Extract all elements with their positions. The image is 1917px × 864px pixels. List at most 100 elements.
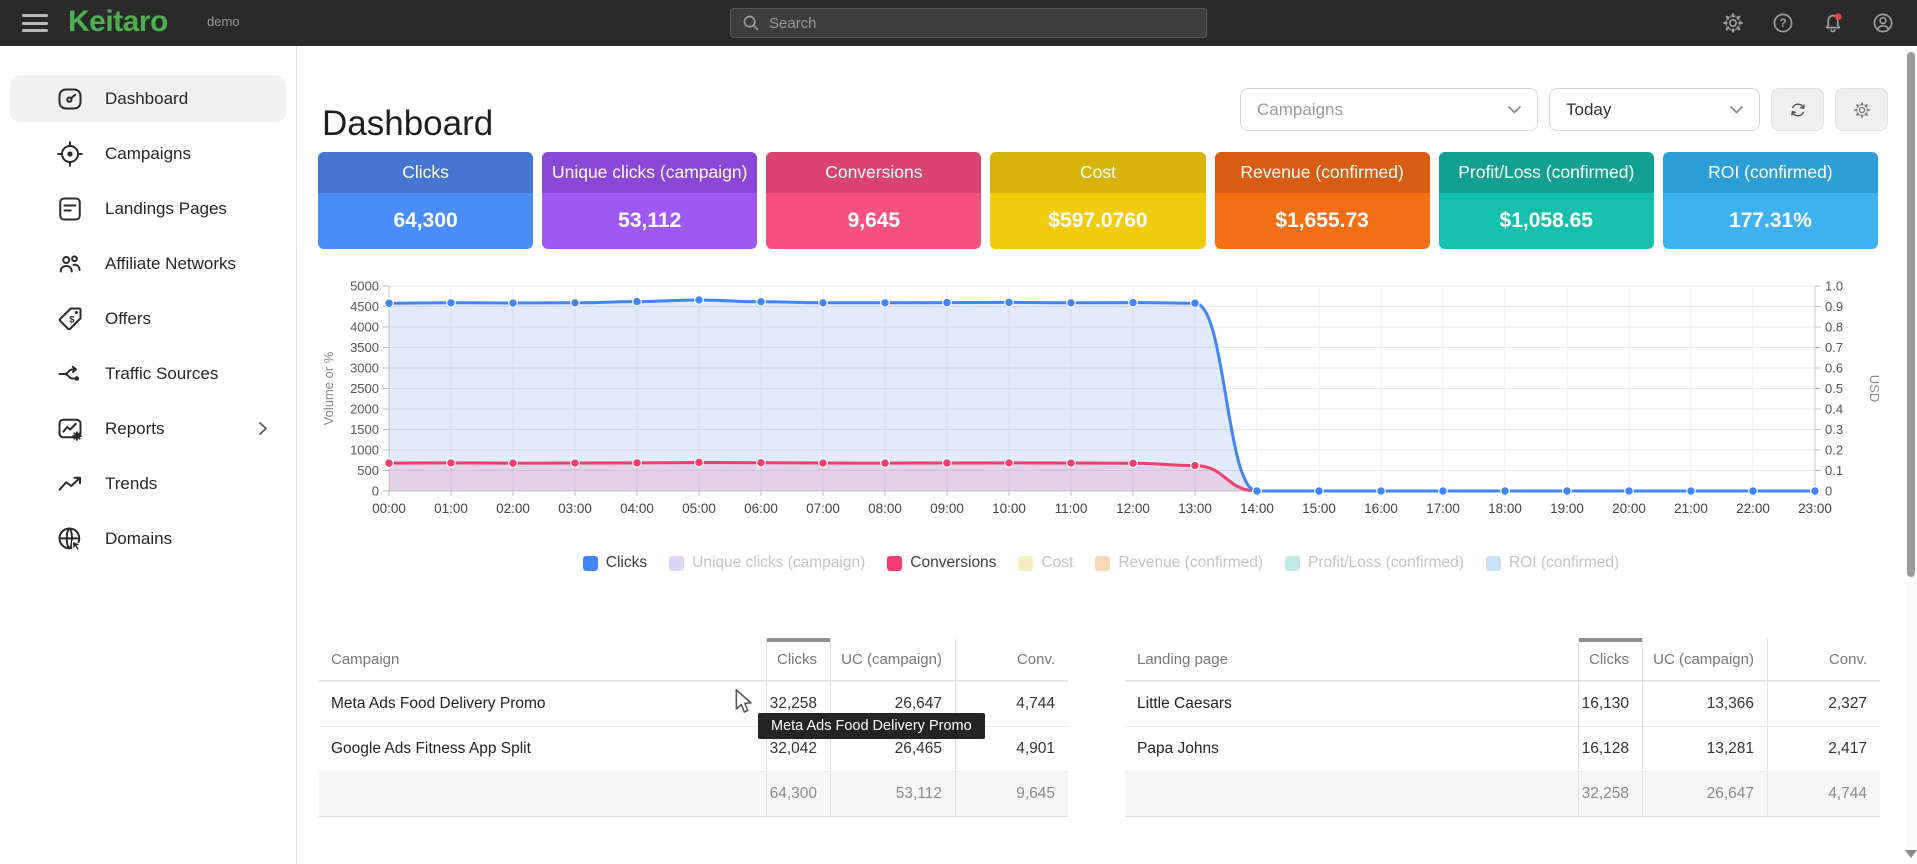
sidebar-item-landings[interactable]: Landings Pages xyxy=(10,185,286,232)
table-header-row: CampaignClicksUC (campaign)Conv. xyxy=(319,638,1068,681)
sidebar-item-label: Dashboard xyxy=(105,89,188,109)
svg-text:Volume or %: Volume or % xyxy=(321,351,336,425)
sidebar-item-label: Campaigns xyxy=(105,144,191,164)
legend-item[interactable]: ROI (confirmed) xyxy=(1486,554,1619,572)
stat-card: Revenue (confirmed)$1,655.73 xyxy=(1215,152,1430,249)
legend-swatch xyxy=(1285,556,1300,571)
legend-label: Conversions xyxy=(910,554,996,572)
landings-table: Landing pageClicksUC (campaign)Conv.Litt… xyxy=(1125,638,1880,817)
svg-text:500: 500 xyxy=(357,463,379,478)
legend-item[interactable]: Unique clicks (campaign) xyxy=(669,554,865,572)
main-content: Dashboard Campaigns Today xyxy=(297,46,1905,864)
column-header-clicks[interactable]: Clicks xyxy=(1578,638,1642,680)
table-body: Little Caesars16,13013,3662,327Papa John… xyxy=(1125,681,1880,771)
table-row[interactable]: Papa Johns16,12813,2812,417 xyxy=(1125,726,1880,771)
keitaro-dashboard-page: Keitaro demo xyxy=(0,0,1917,864)
svg-text:15:00: 15:00 xyxy=(1302,501,1336,516)
stat-card-value: $597.0760 xyxy=(990,193,1205,249)
column-header-uc-campaign-[interactable]: UC (campaign) xyxy=(830,638,955,680)
table-header-row: Landing pageClicksUC (campaign)Conv. xyxy=(1125,638,1880,681)
stat-cards-row: Clicks64,300Unique clicks (campaign)53,1… xyxy=(318,152,1878,249)
svg-text:22:00: 22:00 xyxy=(1736,501,1770,516)
stat-card: Clicks64,300 xyxy=(318,152,533,249)
svg-text:5000: 5000 xyxy=(350,279,379,294)
stat-card: Conversions9,645 xyxy=(766,152,981,249)
column-header-conv-[interactable]: Conv. xyxy=(955,638,1068,680)
sidebar-item-label: Landings Pages xyxy=(105,199,227,219)
table-row[interactable]: Little Caesars16,13013,3662,327 xyxy=(1125,681,1880,726)
stat-card-label: Cost xyxy=(990,152,1205,193)
svg-text:04:00: 04:00 xyxy=(620,501,654,516)
svg-text:02:00: 02:00 xyxy=(496,501,530,516)
legend-swatch xyxy=(1095,556,1110,571)
date-range-select[interactable]: Today xyxy=(1549,88,1760,131)
totals-cell: 26,647 xyxy=(1642,772,1767,816)
stat-card-value: $1,655.73 xyxy=(1215,193,1430,249)
env-label: demo xyxy=(207,14,240,29)
svg-text:2000: 2000 xyxy=(350,402,379,417)
column-header-landing-page[interactable]: Landing page xyxy=(1125,638,1578,680)
legend-label: Clicks xyxy=(606,554,647,572)
legend-item[interactable]: Clicks xyxy=(583,554,647,572)
table-cell: Google Ads Fitness App Split xyxy=(319,727,766,771)
stat-card-value: $1,058.65 xyxy=(1439,193,1654,249)
sidebar-item-domains[interactable]: Domains xyxy=(10,515,286,562)
sidebar-item-trends[interactable]: Trends xyxy=(10,460,286,507)
totals-cell: 64,300 xyxy=(766,772,830,816)
legend-item[interactable]: Profit/Loss (confirmed) xyxy=(1285,554,1464,572)
gear-icon xyxy=(1852,100,1872,120)
hamburger-menu-icon[interactable] xyxy=(22,14,48,32)
svg-text:13:00: 13:00 xyxy=(1178,501,1212,516)
notification-badge xyxy=(1835,13,1842,20)
legend-item[interactable]: Conversions xyxy=(887,554,996,572)
column-header-clicks[interactable]: Clicks xyxy=(766,638,830,680)
sidebar-item-campaigns[interactable]: Campaigns xyxy=(10,130,286,177)
totals-cell xyxy=(1125,772,1578,816)
svg-text:10:00: 10:00 xyxy=(992,501,1026,516)
sidebar-item-affiliates[interactable]: Affiliate Networks xyxy=(10,240,286,287)
refresh-button[interactable] xyxy=(1771,88,1824,131)
scrollbar-down-arrow[interactable] xyxy=(1905,850,1917,858)
totals-cell: 53,112 xyxy=(830,772,955,816)
help-icon[interactable]: ? xyxy=(1771,11,1795,35)
chevron-down-icon xyxy=(1508,106,1521,114)
sidebar-item-offers[interactable]: $Offers xyxy=(10,295,286,342)
legend-item[interactable]: Cost xyxy=(1018,554,1073,572)
svg-text:0.2: 0.2 xyxy=(1825,443,1843,458)
totals-cell: 32,258 xyxy=(1578,772,1642,816)
sidebar-item-dashboard[interactable]: Dashboard xyxy=(10,75,286,122)
sidebar-item-label: Reports xyxy=(105,419,165,439)
campaigns-filter-select[interactable]: Campaigns xyxy=(1240,88,1538,131)
svg-text:14:00: 14:00 xyxy=(1240,501,1274,516)
svg-text:?: ? xyxy=(1779,16,1786,30)
svg-text:12:00: 12:00 xyxy=(1116,501,1150,516)
stat-card-value: 9,645 xyxy=(766,193,981,249)
svg-text:1500: 1500 xyxy=(350,422,379,437)
svg-text:3000: 3000 xyxy=(350,361,379,376)
column-header-uc-campaign-[interactable]: UC (campaign) xyxy=(1642,638,1767,680)
dashboard-settings-button[interactable] xyxy=(1835,88,1888,131)
svg-text:07:00: 07:00 xyxy=(806,501,840,516)
settings-gear-icon[interactable] xyxy=(1721,11,1745,35)
svg-text:0.9: 0.9 xyxy=(1825,299,1843,314)
sidebar-item-reports[interactable]: Reports xyxy=(10,405,286,452)
legend-item[interactable]: Revenue (confirmed) xyxy=(1095,554,1263,572)
column-header-campaign[interactable]: Campaign xyxy=(319,638,766,680)
svg-text:09:00: 09:00 xyxy=(930,501,964,516)
user-account-icon[interactable] xyxy=(1871,11,1895,35)
domains-icon xyxy=(55,524,85,554)
column-header-conv-[interactable]: Conv. xyxy=(1767,638,1880,680)
offers-icon: $ xyxy=(55,304,85,334)
chart-legend: Clicks Unique clicks (campaign) Conversion… xyxy=(297,554,1905,572)
notifications-bell-icon[interactable] xyxy=(1821,11,1845,35)
svg-text:08:00: 08:00 xyxy=(868,501,902,516)
svg-text:16:00: 16:00 xyxy=(1364,501,1398,516)
top-bar: Keitaro demo xyxy=(0,0,1917,46)
campaigns-icon xyxy=(55,139,85,169)
sidebar-item-traffic[interactable]: Traffic Sources xyxy=(10,350,286,397)
traffic-chart: 50001.045000.940000.835000.730000.625000… xyxy=(317,274,1897,550)
search-input[interactable] xyxy=(730,8,1207,38)
dashboard-filters: Campaigns Today xyxy=(1240,88,1888,131)
table-cell: 13,281 xyxy=(1642,727,1767,771)
scrollbar-thumb[interactable] xyxy=(1907,52,1915,577)
